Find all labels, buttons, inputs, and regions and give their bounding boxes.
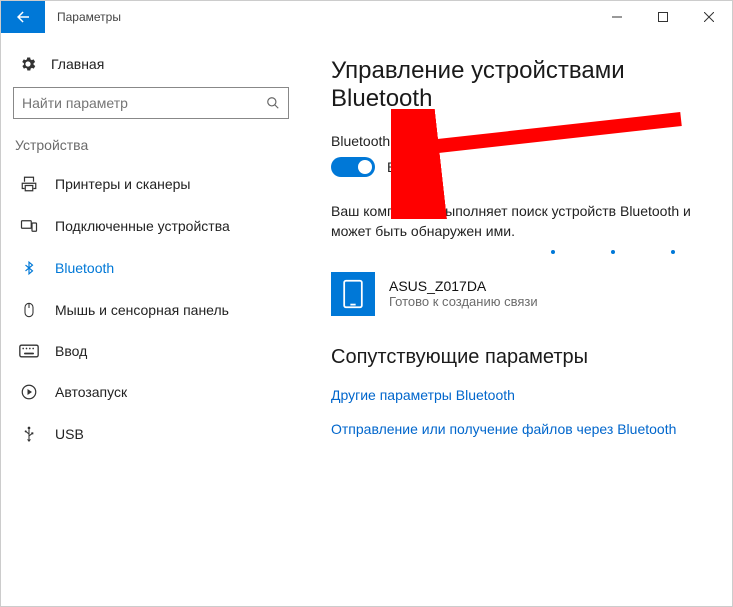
- devices-icon: [19, 217, 39, 235]
- close-button[interactable]: [686, 1, 732, 33]
- sidebar-item-printers[interactable]: Принтеры и сканеры: [13, 163, 289, 205]
- sidebar-item-label: Принтеры и сканеры: [55, 176, 190, 192]
- titlebar: Параметры: [1, 1, 732, 33]
- toggle-state-label: Вкл.: [387, 159, 415, 175]
- bluetooth-description: Ваш компьютер выполняет поиск устройств …: [331, 201, 691, 242]
- autoplay-icon: [19, 383, 39, 401]
- link-more-bluetooth-settings[interactable]: Другие параметры Bluetooth: [331, 387, 712, 403]
- sidebar-item-home[interactable]: Главная: [13, 51, 289, 87]
- sidebar-item-label: Мышь и сенсорная панель: [55, 302, 229, 318]
- printer-icon: [19, 175, 39, 193]
- device-name: ASUS_Z017DA: [389, 278, 538, 294]
- bluetooth-icon: [19, 259, 39, 277]
- usb-icon: [19, 425, 39, 443]
- search-input[interactable]: [22, 95, 266, 111]
- sidebar-item-label: Автозапуск: [55, 384, 127, 400]
- related-heading: Сопутствующие параметры: [331, 346, 712, 369]
- phone-icon: [331, 272, 375, 316]
- sidebar-home-label: Главная: [51, 56, 104, 72]
- sidebar-item-autoplay[interactable]: Автозапуск: [13, 371, 289, 413]
- link-send-receive-files[interactable]: Отправление или получение файлов через B…: [331, 421, 712, 437]
- sidebar-item-usb[interactable]: USB: [13, 413, 289, 455]
- maximize-button[interactable]: [640, 1, 686, 33]
- minimize-button[interactable]: [594, 1, 640, 33]
- bluetooth-toggle[interactable]: [331, 157, 375, 177]
- sidebar-item-bluetooth[interactable]: Bluetooth: [13, 247, 289, 289]
- close-icon: [704, 12, 714, 22]
- device-item[interactable]: ASUS_Z017DA Готово к созданию связи: [331, 272, 712, 316]
- window-title: Параметры: [57, 10, 121, 24]
- searching-dots: [551, 250, 712, 254]
- sidebar-group-label: Устройства: [13, 137, 289, 163]
- keyboard-icon: [19, 344, 39, 358]
- minimize-icon: [612, 12, 622, 22]
- search-icon: [266, 96, 280, 110]
- sidebar-item-connected-devices[interactable]: Подключенные устройства: [13, 205, 289, 247]
- sidebar: Главная Устройства Принтеры и сканеры По…: [1, 33, 301, 606]
- gear-icon: [19, 55, 37, 73]
- back-button[interactable]: [1, 1, 45, 33]
- sidebar-item-label: Подключенные устройства: [55, 218, 230, 234]
- sidebar-item-mouse[interactable]: Мышь и сенсорная панель: [13, 289, 289, 331]
- sidebar-item-label: Ввод: [55, 343, 87, 359]
- mouse-icon: [19, 301, 39, 319]
- maximize-icon: [658, 12, 668, 22]
- arrow-left-icon: [14, 8, 32, 26]
- sidebar-item-label: Bluetooth: [55, 260, 114, 276]
- bluetooth-label: Bluetooth: [331, 133, 712, 149]
- sidebar-item-label: USB: [55, 426, 84, 442]
- content-area: Управление устройствами Bluetooth Blueto…: [301, 33, 732, 606]
- toggle-knob: [358, 160, 372, 174]
- sidebar-item-input[interactable]: Ввод: [13, 331, 289, 371]
- search-box[interactable]: [13, 87, 289, 119]
- page-title: Управление устройствами Bluetooth: [331, 57, 712, 113]
- device-status: Готово к созданию связи: [389, 294, 538, 309]
